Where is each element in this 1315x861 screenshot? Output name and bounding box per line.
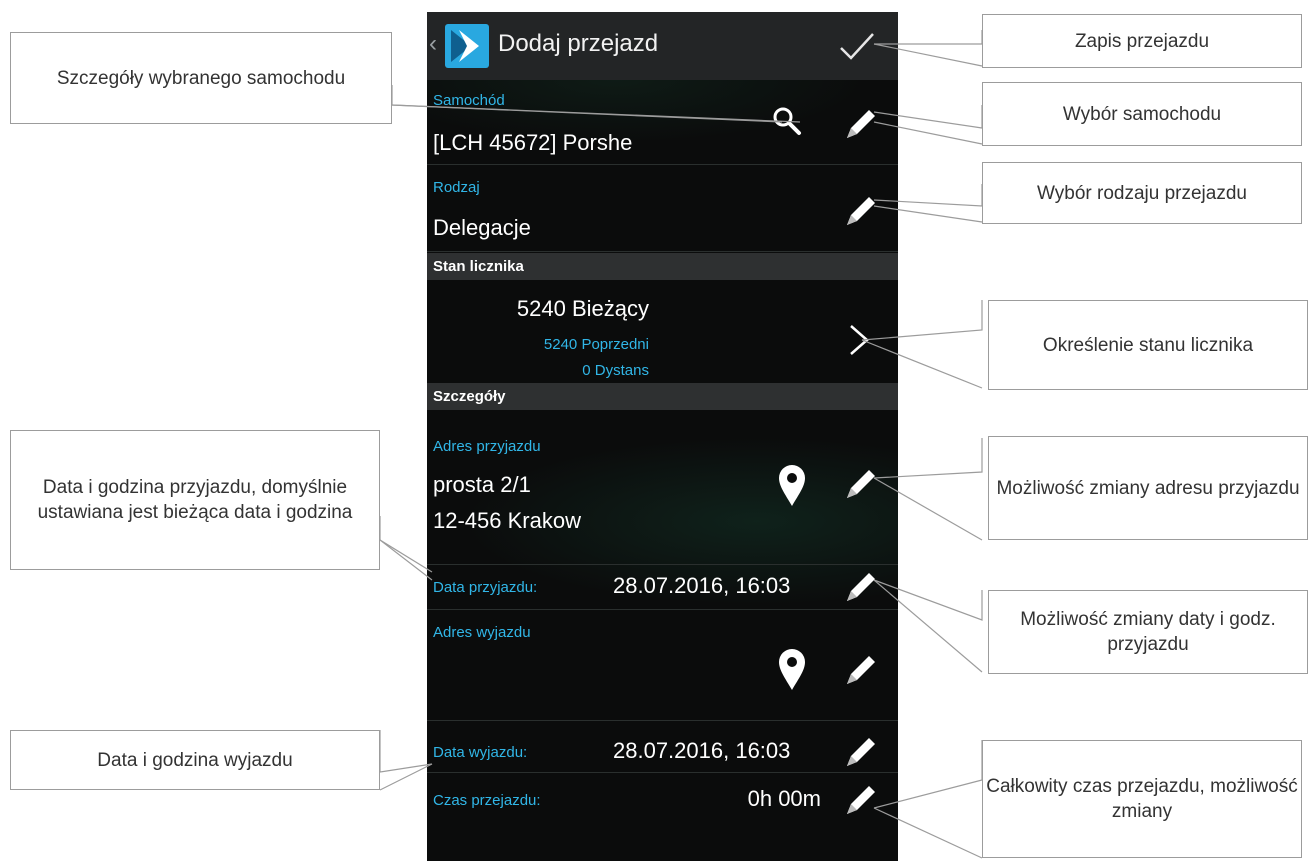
callout-choose-vehicle: Wybór samochodu — [982, 82, 1302, 146]
arrival-address-label: Adres przyjazdu — [433, 438, 541, 455]
checkmark-icon[interactable] — [837, 26, 877, 66]
duration-value: 0h 00m — [747, 786, 821, 811]
callout-vehicle-details: Szczegóły wybranego samochodu — [10, 32, 392, 124]
duration-label: Czas przejazdu: — [433, 792, 541, 809]
back-caret-icon[interactable]: ‹ — [429, 30, 437, 58]
arrival-date-label: Data przyjazdu: — [433, 579, 538, 596]
trip-type-label: Rodzaj — [433, 179, 480, 196]
map-pin-icon[interactable] — [777, 464, 807, 508]
section-title: Stan licznika — [433, 258, 524, 275]
chevron-right-icon[interactable] — [847, 322, 873, 358]
departure-date-value: 28.07.2016, 16:03 — [613, 738, 791, 763]
callout-change-arrival-address: Możliwość zmiany adresu przyjazdu — [988, 436, 1308, 540]
action-bar: ‹ Dodaj przejazd — [427, 12, 898, 80]
vehicle-label: Samochód — [433, 92, 505, 109]
arrival-address-line2: 12-456 Krakow — [433, 508, 581, 533]
vehicle-value: [LCH 45672] Porshe — [433, 130, 633, 155]
callout-choose-trip-type: Wybór rodzaju przejazdu — [982, 162, 1302, 224]
pencil-icon[interactable] — [839, 650, 879, 690]
pencil-icon[interactable] — [839, 104, 879, 144]
callout-save-trip: Zapis przejazdu — [982, 14, 1302, 68]
map-pin-icon[interactable] — [777, 648, 807, 692]
callout-change-arrival-datetime: Możliwość zmiany daty i godz. przyjazdu — [988, 590, 1308, 674]
departure-date-label: Data wyjazdu: — [433, 744, 528, 761]
odometer-distance: 0 Dystans — [582, 362, 649, 379]
phone-screen: ‹ Dodaj przejazd Samochód [LCH 45672] Po… — [427, 12, 898, 861]
departure-address-row[interactable]: Adres wyjazdu — [427, 610, 898, 721]
callout-arrival-datetime: Data i godzina przyjazdu, domyślnie usta… — [10, 430, 380, 570]
section-header-details: Szczegóły — [427, 383, 898, 410]
arrival-date-row[interactable]: Data przyjazdu: 28.07.2016, 16:03 — [427, 565, 898, 610]
pencil-icon[interactable] — [839, 464, 879, 504]
odometer-current: 5240 Bieżący — [516, 296, 649, 321]
app-logo-icon[interactable] — [445, 24, 489, 68]
vehicle-row[interactable]: Samochód [LCH 45672] Porshe — [427, 80, 898, 165]
pencil-icon[interactable] — [839, 780, 879, 820]
pencil-icon[interactable] — [839, 191, 879, 231]
departure-date-row[interactable]: Data wyjazdu: 28.07.2016, 16:03 — [427, 728, 898, 773]
pencil-icon[interactable] — [839, 567, 879, 607]
section-title: Szczegóły — [433, 388, 506, 405]
search-icon[interactable] — [770, 104, 804, 138]
page-title: Dodaj przejazd — [498, 30, 659, 57]
odometer-row[interactable]: 5240 Bieżący 5240 Poprzedni 0 Dystans — [427, 280, 898, 380]
departure-address-label: Adres wyjazdu — [433, 624, 531, 641]
arrival-address-row[interactable]: Adres przyjazdu prosta 2/1 12-456 Krakow — [427, 410, 898, 565]
pencil-icon[interactable] — [839, 732, 879, 772]
duration-row[interactable]: Czas przejazdu: 0h 00m — [427, 774, 898, 824]
callout-odometer-state: Określenie stanu licznika — [988, 300, 1308, 390]
arrival-date-value: 28.07.2016, 16:03 — [613, 573, 791, 598]
callout-total-time: Całkowity czas przejazdu, możliwość zmia… — [982, 740, 1302, 858]
trip-type-row[interactable]: Rodzaj Delegacje — [427, 165, 898, 252]
odometer-previous: 5240 Poprzedni — [543, 336, 649, 353]
trip-type-value: Delegacje — [433, 215, 531, 240]
callout-departure-datetime: Data i godzina wyjazdu — [10, 730, 380, 790]
section-header-odometer: Stan licznika — [427, 253, 898, 280]
arrival-address-line1: prosta 2/1 — [433, 472, 531, 497]
